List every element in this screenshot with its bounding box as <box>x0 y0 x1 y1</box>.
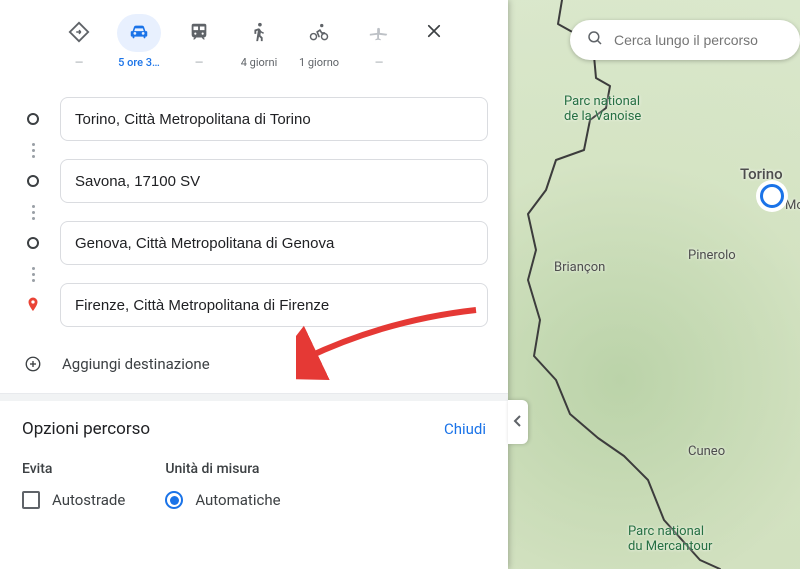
add-destination-button[interactable]: Aggiungi destinazione <box>0 337 508 393</box>
avoid-column: Evita Autostrade <box>22 461 125 509</box>
mode-transit[interactable]: — <box>172 14 226 69</box>
avoid-highways-label: Autostrade <box>52 491 125 509</box>
mode-flight[interactable]: — <box>352 14 406 69</box>
waypoint-input-4[interactable] <box>60 283 488 327</box>
waypoint-connector <box>24 141 42 159</box>
directions-icon <box>68 21 90 46</box>
map-pin-torino[interactable] <box>760 184 784 208</box>
waypoint-connector <box>24 203 42 221</box>
mode-flight-caption: — <box>375 56 384 69</box>
mode-bike[interactable]: 1 giorno <box>292 14 346 69</box>
waypoints-list <box>0 79 508 337</box>
car-icon <box>128 21 150 46</box>
mode-walk[interactable]: 4 giorni <box>232 14 286 69</box>
chevron-left-icon <box>513 413 523 432</box>
plane-icon <box>368 21 390 46</box>
waypoint-marker-circle <box>24 234 42 252</box>
waypoint-input-1[interactable] <box>60 97 488 141</box>
destination-pin-icon <box>24 296 42 314</box>
mode-walk-caption: 4 giorni <box>241 56 278 69</box>
add-destination-label: Aggiungi destinazione <box>62 355 210 373</box>
travel-mode-bar: — 5 ore 3… — 4 giorni 1 giorno <box>0 0 508 79</box>
mode-best[interactable]: — <box>52 14 106 69</box>
walk-icon <box>248 21 270 46</box>
mode-transit-caption: — <box>195 56 204 69</box>
avoid-highways-checkbox[interactable]: Autostrade <box>22 491 125 509</box>
mode-drive[interactable]: 5 ore 3… <box>112 14 166 69</box>
search-along-route[interactable] <box>570 20 800 60</box>
train-icon <box>188 21 210 46</box>
waypoint-row <box>24 283 488 327</box>
avoid-heading: Evita <box>22 461 125 477</box>
waypoint-input-2[interactable] <box>60 159 488 203</box>
units-heading: Unità di misura <box>165 461 280 477</box>
waypoint-marker-circle <box>24 110 42 128</box>
waypoint-marker-circle <box>24 172 42 190</box>
waypoint-row <box>24 97 488 141</box>
bike-icon <box>308 21 330 46</box>
waypoint-row <box>24 221 488 265</box>
search-input[interactable] <box>614 32 784 48</box>
collapse-panel-button[interactable] <box>508 400 528 444</box>
mode-drive-caption: 5 ore 3… <box>118 56 160 69</box>
route-options-title: Opzioni percorso <box>22 419 150 439</box>
close-icon <box>425 22 443 44</box>
waypoint-input-3[interactable] <box>60 221 488 265</box>
waypoint-row <box>24 159 488 203</box>
plus-circle-icon <box>24 355 42 373</box>
route-options: Opzioni percorso Chiudi Evita Autostrade… <box>0 401 508 527</box>
checkbox-icon <box>22 491 40 509</box>
close-directions-button[interactable] <box>412 14 456 52</box>
section-divider <box>0 393 508 401</box>
mode-best-caption: — <box>75 56 84 69</box>
units-auto-radio[interactable]: Automatiche <box>165 491 280 509</box>
radio-checked-icon <box>165 491 183 509</box>
mode-bike-caption: 1 giorno <box>299 56 339 69</box>
search-icon <box>586 29 604 51</box>
directions-panel: — 5 ore 3… — 4 giorni 1 giorno <box>0 0 508 569</box>
waypoint-connector <box>24 265 42 283</box>
units-column: Unità di misura Automatiche <box>165 461 280 509</box>
units-auto-label: Automatiche <box>195 491 280 509</box>
route-options-close[interactable]: Chiudi <box>444 420 486 438</box>
